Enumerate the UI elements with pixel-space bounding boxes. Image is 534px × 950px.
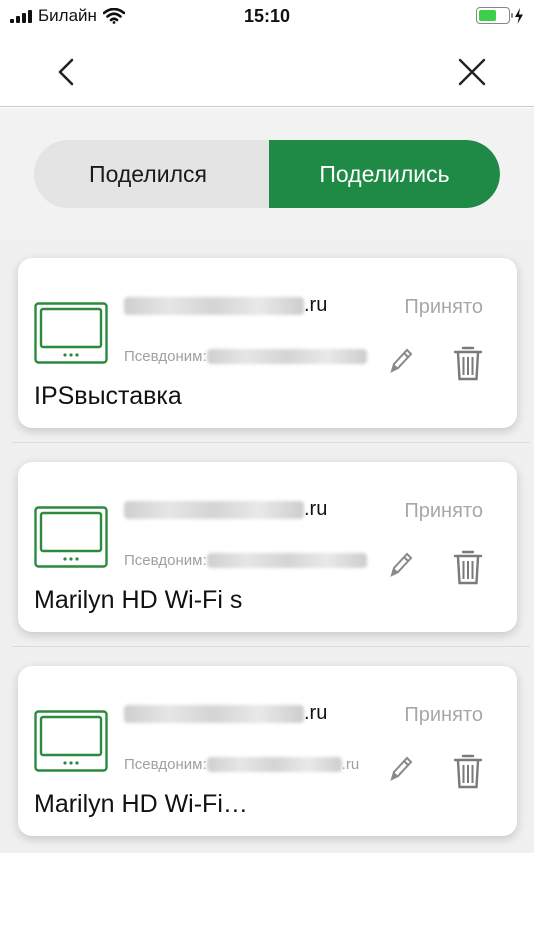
alias-redacted <box>206 757 342 772</box>
alias-domain: .ru <box>341 756 360 773</box>
tab-shared-by-me[interactable]: Поделился <box>34 140 262 208</box>
monitor-icon <box>34 710 108 772</box>
device-name: Marilyn HD Wi-Fi… <box>34 790 248 818</box>
email-domain: .ru <box>304 498 328 520</box>
segmented-control: Поделился Поделились <box>34 140 500 208</box>
device-email: .ru <box>124 294 327 317</box>
battery-icon <box>476 7 513 24</box>
device-email: .ru <box>124 498 327 521</box>
email-redacted <box>124 500 304 519</box>
list-separator <box>12 442 530 443</box>
device-card[interactable]: .ru Псевдоним: Marilyn HD Wi-Fi s Принят… <box>18 462 517 632</box>
pencil-icon[interactable] <box>388 754 414 784</box>
alias-redacted <box>206 553 367 568</box>
monitor-icon <box>34 506 108 568</box>
close-icon[interactable] <box>452 52 492 92</box>
status-bar: Билайн 15:10 <box>0 0 534 36</box>
monitor-icon <box>34 302 108 364</box>
email-redacted <box>124 704 304 723</box>
device-card[interactable]: .ru Псевдоним: IPSвыставка Принято <box>18 258 517 428</box>
trash-icon[interactable] <box>452 344 484 382</box>
list-separator <box>12 646 530 647</box>
pencil-icon[interactable] <box>388 346 414 376</box>
nav-bar <box>0 36 534 107</box>
alias-label: Псевдоним: <box>124 756 207 773</box>
tab-shared-with-me[interactable]: Поделились <box>269 140 500 208</box>
device-list: .ru Псевдоним: IPSвыставка Принято .ru П… <box>0 240 534 853</box>
trash-icon[interactable] <box>452 752 484 790</box>
charging-bolt-icon <box>515 7 523 24</box>
device-email: .ru <box>124 702 327 725</box>
main-content: Поделился Поделились .ru Псевдоним: IPSв… <box>0 108 534 853</box>
device-alias: Псевдоним: <box>124 552 367 569</box>
device-name: IPSвыставка <box>34 382 182 410</box>
device-card[interactable]: .ru Псевдоним: .ru Marilyn HD Wi-Fi… При… <box>18 666 517 836</box>
device-alias: Псевдоним: .ru <box>124 756 359 773</box>
trash-icon[interactable] <box>452 548 484 586</box>
status-right <box>476 7 524 24</box>
clock: 15:10 <box>243 6 291 26</box>
email-domain: .ru <box>304 702 328 724</box>
status-label: Принято <box>404 296 483 318</box>
email-domain: .ru <box>304 294 328 316</box>
status-label: Принято <box>404 500 483 522</box>
alias-label: Псевдоним: <box>124 552 207 569</box>
device-name: Marilyn HD Wi-Fi s <box>34 586 243 614</box>
alias-label: Псевдоним: <box>124 348 207 365</box>
email-redacted <box>124 296 304 315</box>
status-label: Принято <box>404 704 483 726</box>
pencil-icon[interactable] <box>388 550 414 580</box>
device-alias: Псевдоним: <box>124 348 367 365</box>
alias-redacted <box>206 349 367 364</box>
back-chevron-icon[interactable] <box>50 52 86 92</box>
